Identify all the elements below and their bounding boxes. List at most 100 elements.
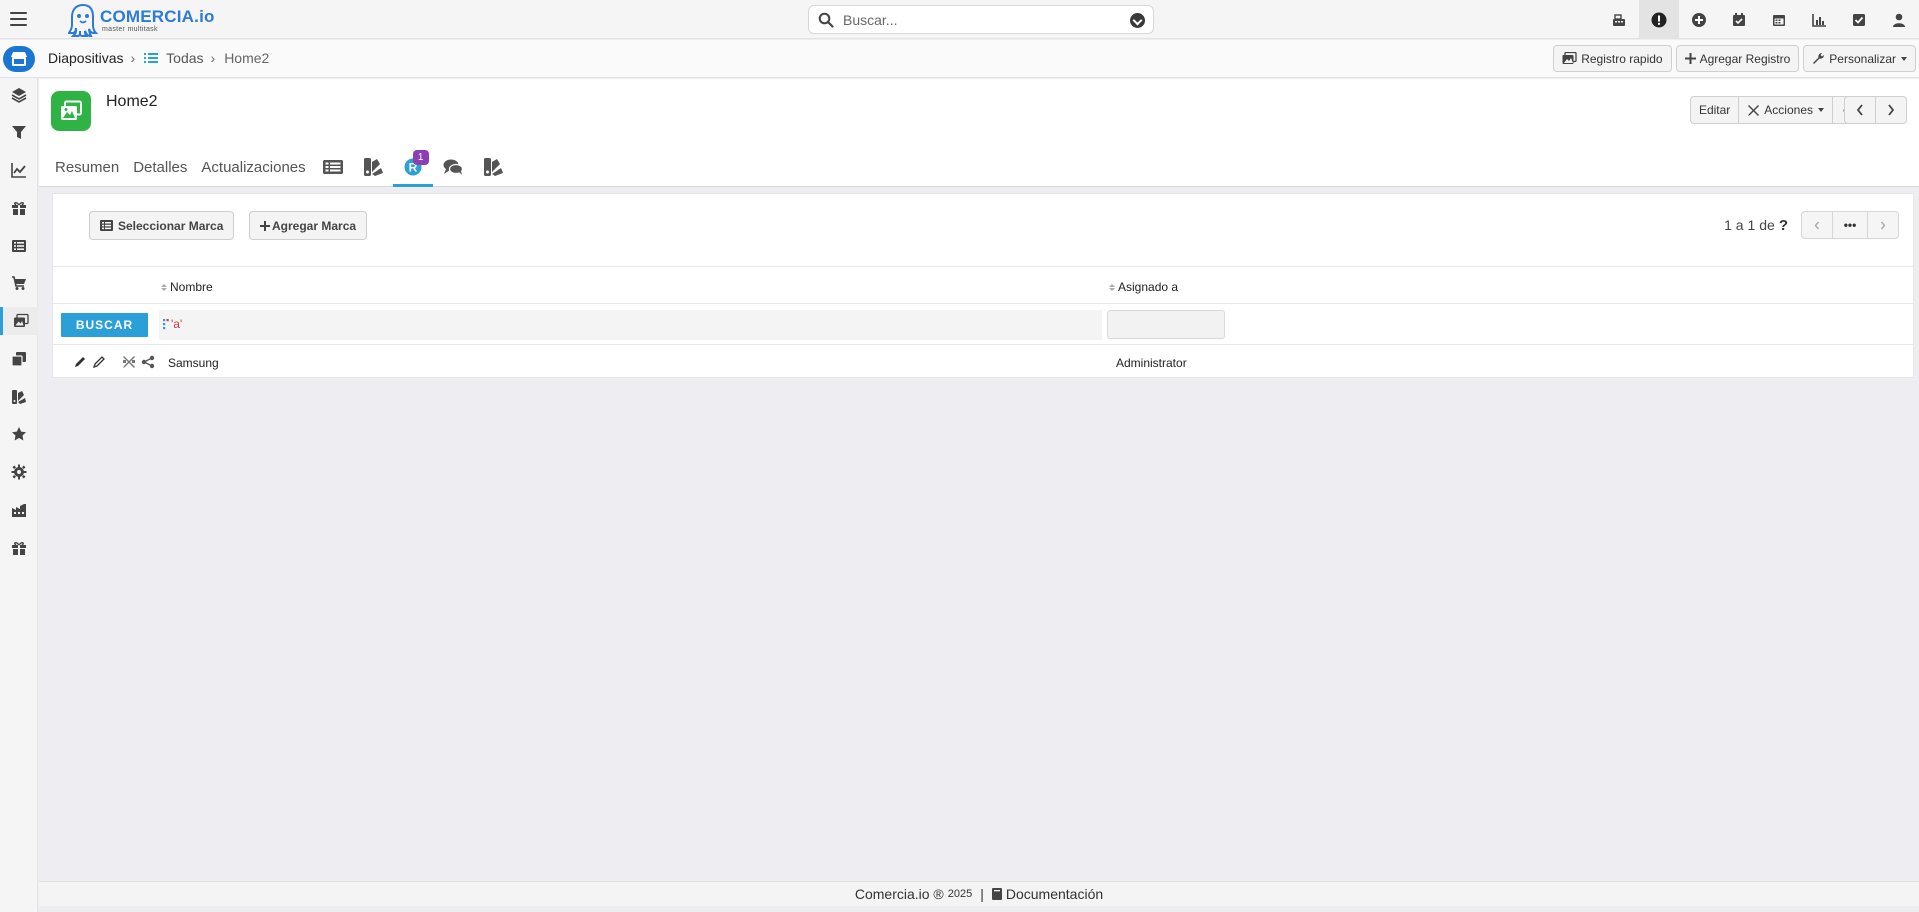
tab-swatches[interactable]: [353, 147, 393, 187]
record-title: Home2: [106, 93, 158, 110]
more-pages-button[interactable]: •••: [1832, 211, 1868, 239]
add-brand-label: Agregar Marca: [272, 218, 357, 233]
checkbox-icon[interactable]: [1839, 0, 1879, 39]
tools-icon[interactable]: [122, 355, 136, 369]
user-icon[interactable]: [1879, 0, 1919, 39]
breadcrumb: Diapositivas › Todas › Home2: [48, 50, 269, 66]
wrench-icon: [1813, 52, 1825, 64]
plus-circle-icon[interactable]: [1679, 0, 1719, 39]
add-record-button[interactable]: Agregar Registro: [1675, 45, 1800, 72]
filter-handle-icon: [163, 319, 169, 330]
column-header-name[interactable]: Nombre: [161, 280, 213, 294]
hamburger-menu-icon[interactable]: [10, 10, 27, 28]
filter-assigned-field[interactable]: [1107, 310, 1225, 339]
breadcrumb-module[interactable]: Diapositivas: [48, 50, 123, 66]
customize-label: Personalizar: [1829, 51, 1896, 66]
comments-icon: [443, 159, 463, 175]
bar-chart-icon[interactable]: [1799, 0, 1839, 39]
documentation-link[interactable]: Documentación: [991, 886, 1103, 902]
app-logo[interactable]: COMERCIA.io master multitask: [68, 2, 215, 38]
gear-icon[interactable]: [0, 458, 38, 486]
swatches-icon[interactable]: [0, 383, 38, 411]
next-record-button[interactable]: [1875, 96, 1907, 124]
images-icon[interactable]: [0, 307, 38, 335]
footer-separator: |: [980, 886, 984, 902]
chevron-right-icon: [1880, 221, 1886, 229]
customize-button[interactable]: Personalizar: [1803, 45, 1916, 72]
cell-name[interactable]: Samsung: [168, 356, 219, 370]
column-header-assigned[interactable]: Asignado a: [1109, 280, 1178, 294]
filter-name-field[interactable]: ' a ': [159, 310, 1102, 340]
pencil-icon[interactable]: [73, 355, 87, 369]
select-brand-label: Seleccionar Marca: [118, 218, 224, 233]
breadcrumb-record: Home2: [224, 50, 270, 66]
list-icon: [322, 160, 343, 174]
calendar-icon[interactable]: [1759, 0, 1799, 39]
module-menu-button[interactable]: [3, 46, 35, 72]
storefront-icon: [11, 52, 27, 66]
record-actions: Editar Acciones: [1689, 96, 1867, 124]
row-actions: [73, 355, 155, 369]
search-button[interactable]: BUSCAR: [61, 313, 148, 337]
sort-icon: [1109, 283, 1115, 291]
tab-updates[interactable]: Actualizaciones: [194, 147, 312, 187]
tab-comments[interactable]: [433, 147, 473, 187]
table-header: Nombre Asignado a: [53, 268, 1913, 304]
pagination-help-icon[interactable]: ?: [1779, 217, 1788, 234]
add-record-label: Agregar Registro: [1699, 51, 1791, 66]
quick-record-button[interactable]: Registro rapido: [1553, 45, 1672, 72]
table-row[interactable]: Samsung Administrator: [53, 346, 1913, 378]
caret-down-icon: [1818, 108, 1824, 112]
share-icon[interactable]: [141, 355, 155, 369]
search-input[interactable]: [843, 10, 1113, 30]
column-name-label: Nombre: [170, 280, 213, 294]
breadcrumb-bar: Diapositivas › Todas › Home2 Registro ra…: [0, 40, 1919, 78]
line-chart-icon[interactable]: [0, 156, 38, 184]
tab-details[interactable]: Detalles: [126, 147, 194, 187]
record-module-icon: [51, 91, 91, 131]
actions-dropdown[interactable]: Acciones: [1738, 96, 1833, 124]
calendar-check-icon[interactable]: [1719, 0, 1759, 39]
caret-down-icon: [1901, 56, 1907, 61]
list-icon[interactable]: [0, 232, 38, 260]
previous-page-button[interactable]: [1801, 211, 1833, 239]
footer-brand: Comercia.io ®: [854, 886, 944, 902]
next-page-button[interactable]: [1867, 211, 1899, 239]
breadcrumb-list-label: Todas: [166, 50, 204, 66]
cash-register-icon[interactable]: [1599, 0, 1639, 39]
tab-swatches-2[interactable]: [473, 147, 513, 187]
gift-icon[interactable]: [0, 534, 38, 562]
chevron-left-icon: [1856, 104, 1863, 116]
brand-name: COMERCIA.io: [100, 6, 215, 26]
plus-icon: [260, 220, 270, 231]
chevron-right-icon: [1888, 104, 1895, 116]
swatches-icon: [483, 158, 503, 176]
edit-button[interactable]: Editar: [1689, 96, 1740, 124]
subpanel-toolbar: Seleccionar Marca Agregar Marca 1 a 1 de…: [53, 194, 1913, 267]
tab-badge-count: 1: [412, 150, 429, 165]
gift-icon[interactable]: [0, 194, 38, 222]
edit-outline-icon[interactable]: [92, 355, 106, 369]
octopus-logo-icon: [68, 3, 98, 37]
layers-icon[interactable]: [0, 81, 38, 109]
pagination-range: 1 a 1: [1724, 217, 1756, 233]
tab-list[interactable]: [313, 147, 353, 187]
add-brand-button[interactable]: Agregar Marca: [249, 211, 368, 240]
select-brand-button[interactable]: Seleccionar Marca: [89, 211, 235, 240]
copy-icon[interactable]: [0, 345, 38, 373]
breadcrumb-list[interactable]: Todas: [144, 50, 204, 66]
actions-label: Acciones: [1764, 103, 1813, 117]
tab-brands[interactable]: R 1: [392, 147, 433, 187]
chevron-left-icon: [1814, 221, 1820, 229]
filter-icon[interactable]: [0, 118, 38, 146]
star-icon[interactable]: [0, 420, 38, 448]
search-options-chevron-icon[interactable]: [1130, 13, 1145, 28]
previous-record-button[interactable]: [1844, 96, 1876, 124]
cart-icon[interactable]: [0, 269, 38, 297]
alert-icon[interactable]: [1639, 0, 1679, 39]
tab-summary[interactable]: Resumen: [39, 147, 126, 187]
record-header: Home2 Editar Acciones Resumen Detalles A…: [39, 79, 1919, 187]
cell-assigned: Administrator: [1116, 356, 1187, 370]
factory-icon[interactable]: [0, 496, 38, 524]
footer-year: 2025: [947, 888, 973, 900]
